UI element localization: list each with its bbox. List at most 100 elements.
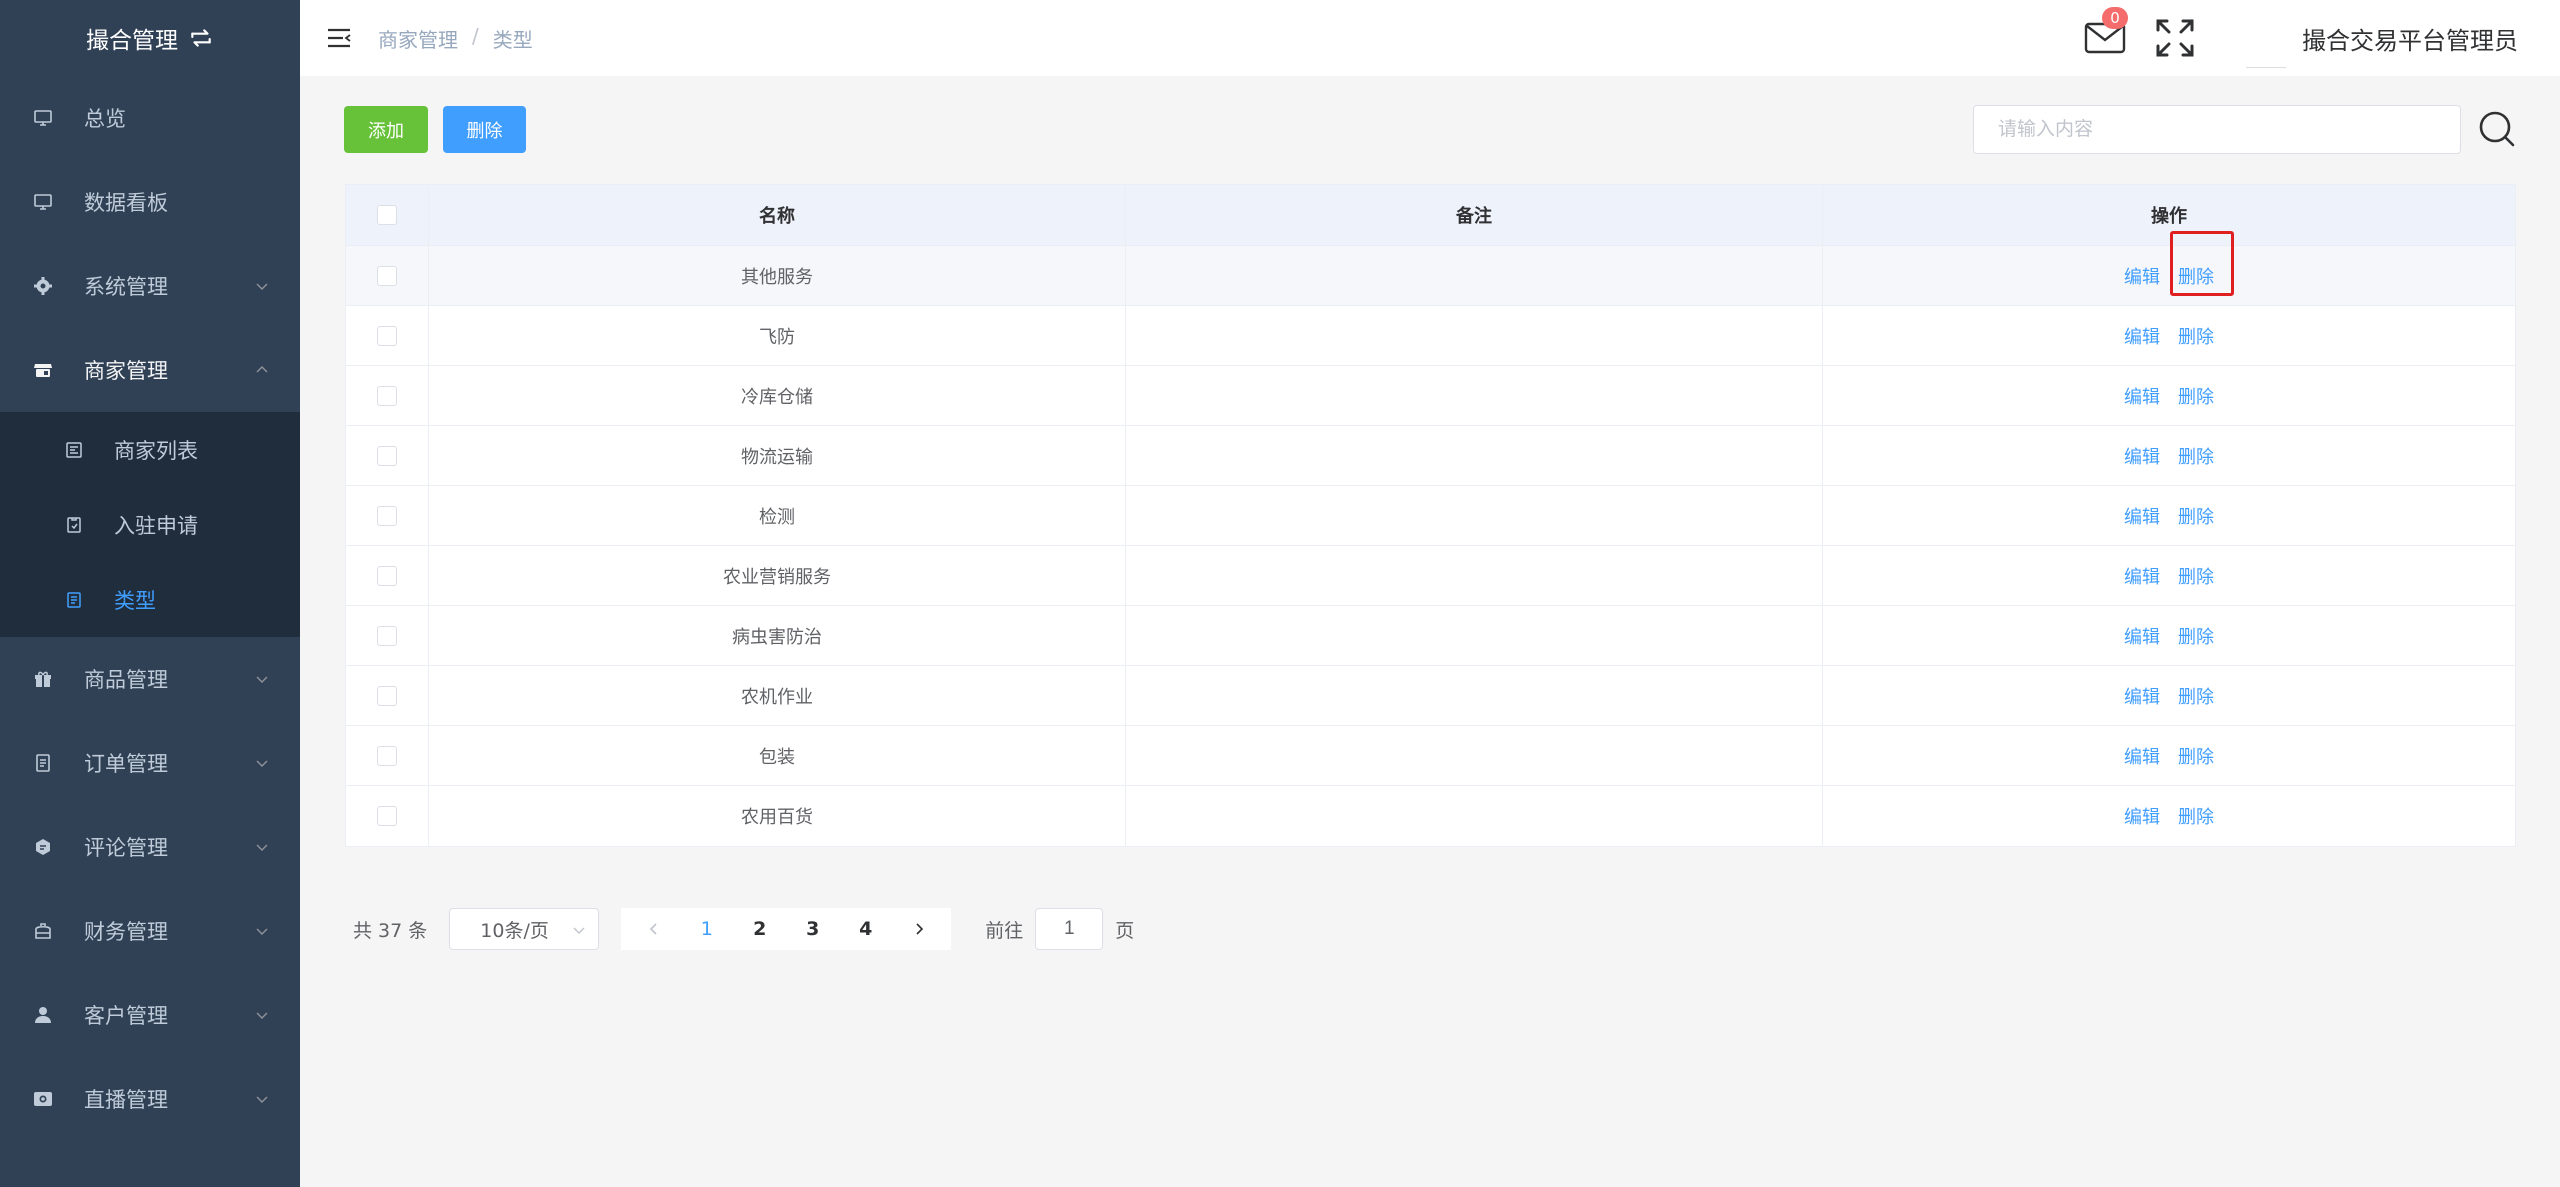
delete-link[interactable]: 删除: [2178, 443, 2214, 469]
delete-link[interactable]: 删除: [2178, 323, 2214, 349]
sidebar-item-merchant[interactable]: 商家管理: [0, 328, 300, 412]
row-checkbox[interactable]: [377, 265, 397, 286]
clipboard-icon: [64, 515, 84, 535]
row-checkbox[interactable]: [377, 745, 397, 766]
delete-link[interactable]: 删除: [2178, 743, 2214, 769]
edit-link[interactable]: 编辑: [2124, 803, 2160, 829]
edit-link[interactable]: 编辑: [2124, 743, 2160, 769]
row-checkbox[interactable]: [377, 565, 397, 586]
table-row: 其他服务 编辑 删除: [346, 230, 2515, 306]
monitor-icon: [32, 107, 54, 129]
page-1-button[interactable]: 1: [680, 908, 733, 950]
batch-delete-button[interactable]: 删除: [443, 106, 526, 153]
row-checkbox[interactable]: [377, 325, 397, 346]
chevron-up-icon: [256, 366, 268, 373]
menu-fold-icon[interactable]: [326, 25, 352, 51]
merchant-submenu: 商家列表 入驻申请 类型: [0, 412, 300, 637]
row-checkbox[interactable]: [377, 505, 397, 526]
chevron-right-icon: [916, 923, 923, 935]
brand-title: 撮合管理: [86, 28, 178, 54]
edit-link[interactable]: 编辑: [2124, 443, 2160, 469]
sidebar-item-merchant-list[interactable]: 商家列表: [0, 412, 300, 487]
page-4-button[interactable]: 4: [839, 908, 892, 950]
cell-note: [1126, 246, 1823, 305]
page-size-value: 10条/页: [480, 919, 549, 942]
sidebar-item-dashboard[interactable]: 数据看板: [0, 160, 300, 244]
edit-link[interactable]: 编辑: [2124, 563, 2160, 589]
edit-link[interactable]: 编辑: [2124, 503, 2160, 529]
delete-link[interactable]: 删除: [2178, 503, 2214, 529]
chevron-down-icon: [573, 927, 585, 934]
cell-note: [1126, 306, 1823, 365]
row-checkbox[interactable]: [377, 385, 397, 406]
monitor-icon: [32, 191, 54, 213]
delete-link[interactable]: 删除: [2178, 623, 2214, 649]
pagination: 共 37 条 10条/页 1 2 3 4 前往 页: [353, 908, 1134, 950]
delete-link[interactable]: 删除: [2178, 563, 2214, 589]
gear-icon: [32, 275, 54, 297]
chevron-down-icon: [256, 928, 268, 935]
sidebar-item-goods[interactable]: 商品管理: [0, 637, 300, 721]
row-checkbox[interactable]: [377, 685, 397, 706]
page-size-select[interactable]: 10条/页: [449, 908, 600, 950]
sidebar-item-orders[interactable]: 订单管理: [0, 721, 300, 805]
sidebar-item-label: 系统管理: [84, 275, 168, 299]
next-page-button[interactable]: [892, 908, 945, 950]
chevron-down-icon: [256, 760, 268, 767]
gift-icon: [32, 668, 54, 690]
sidebar-item-label: 订单管理: [84, 752, 168, 776]
chevron-down-icon: [256, 676, 268, 683]
fullscreen-icon[interactable]: [2154, 17, 2196, 59]
cell-name: 农机作业: [429, 666, 1126, 725]
edit-link[interactable]: 编辑: [2124, 323, 2160, 349]
sidebar-brand[interactable]: 撮合管理: [0, 0, 300, 76]
delete-link[interactable]: 删除: [2178, 383, 2214, 409]
search-input[interactable]: [1973, 105, 2461, 154]
username[interactable]: 撮合交易平台管理员: [2302, 21, 2518, 56]
cell-name: 飞防: [429, 306, 1126, 365]
edit-link[interactable]: 编辑: [2124, 683, 2160, 709]
sidebar-item-comments[interactable]: 评论管理: [0, 805, 300, 889]
prev-page-button[interactable]: [627, 908, 680, 950]
delete-link[interactable]: 删除: [2178, 267, 2214, 288]
goto-page-input[interactable]: [1035, 908, 1104, 950]
edit-link[interactable]: 编辑: [2124, 383, 2160, 409]
sidebar-item-application[interactable]: 入驻申请: [0, 487, 300, 562]
sidebar-item-type[interactable]: 类型: [0, 562, 300, 637]
list-icon: [64, 440, 84, 460]
select-all-checkbox[interactable]: [377, 205, 397, 225]
edit-link[interactable]: 编辑: [2124, 623, 2160, 649]
row-checkbox[interactable]: [377, 806, 397, 826]
breadcrumb-item-merchant[interactable]: 商家管理: [378, 24, 458, 53]
cell-note: [1126, 726, 1823, 785]
delete-link[interactable]: 删除: [2178, 683, 2214, 709]
switch-icon: [191, 29, 211, 47]
sub-item-label: 类型: [114, 588, 156, 613]
page-3-button[interactable]: 3: [786, 908, 839, 950]
search-icon[interactable]: [2478, 110, 2516, 148]
column-header-name: 名称: [429, 185, 1126, 245]
sidebar-item-system[interactable]: 系统管理: [0, 244, 300, 328]
user-icon: [32, 1004, 54, 1026]
avatar[interactable]: [2246, 8, 2286, 68]
page-2-button[interactable]: 2: [733, 908, 786, 950]
sidebar-item-finance[interactable]: 财务管理: [0, 889, 300, 973]
sub-item-label: 商家列表: [114, 438, 198, 463]
messages-button[interactable]: 0: [2084, 7, 2128, 55]
live-icon: [32, 1088, 54, 1110]
sidebar-item-overview[interactable]: 总览: [0, 76, 300, 160]
cell-name: 农业营销服务: [429, 546, 1126, 605]
cell-note: [1126, 606, 1823, 665]
table-row: 飞防 编辑 删除: [346, 306, 2515, 366]
table-row: 农机作业 编辑 删除: [346, 666, 2515, 726]
table-row: 农用百货 编辑 删除: [346, 786, 2515, 846]
add-button[interactable]: 添加: [344, 106, 428, 153]
edit-link[interactable]: 编辑: [2124, 263, 2160, 289]
cell-note: [1126, 366, 1823, 425]
row-checkbox[interactable]: [377, 625, 397, 646]
header-actions: 0 撮合交易平台管理员: [2084, 0, 2560, 76]
delete-link[interactable]: 删除: [2178, 803, 2214, 829]
row-checkbox[interactable]: [377, 445, 397, 466]
sidebar-item-live[interactable]: 直播管理: [0, 1057, 300, 1141]
sidebar-item-customers[interactable]: 客户管理: [0, 973, 300, 1057]
